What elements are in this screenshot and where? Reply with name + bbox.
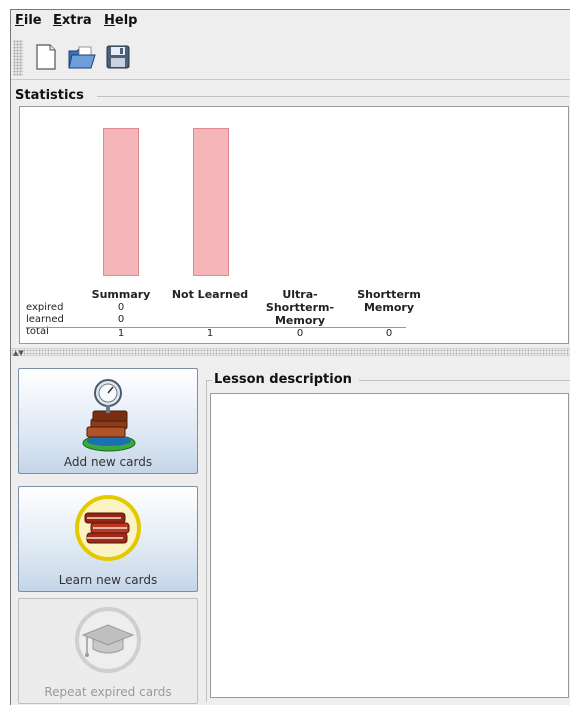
- toolbar: [11, 36, 570, 80]
- column-summary-line1: Summary: [91, 288, 151, 301]
- open-button[interactable]: [65, 40, 99, 74]
- cell-shortterm-total: 0: [385, 328, 393, 339]
- menu-extra[interactable]: Extra: [53, 13, 92, 28]
- column-ultra-line2: Shortterm-: [265, 301, 335, 314]
- lesson-border-left: [206, 380, 207, 702]
- column-shortterm-line1: Shortterm: [357, 288, 421, 301]
- statistics-title: Statistics: [15, 88, 84, 103]
- menu-file[interactable]: File: [15, 13, 42, 28]
- repeat-expired-cards-label: Repeat expired cards: [44, 685, 172, 699]
- menu-bar: File Extra Help: [11, 10, 570, 35]
- bar-not-learned: [193, 128, 229, 276]
- lesson-border-top: [359, 380, 570, 381]
- column-shortterm-line2: Memory: [363, 301, 415, 314]
- column-not-learned: Not Learned: [170, 288, 250, 301]
- toolbar-grip[interactable]: [13, 40, 23, 76]
- add-new-cards-button[interactable]: Add new cards: [18, 368, 198, 474]
- row-label-expired: expired: [26, 302, 64, 313]
- add-new-cards-label: Add new cards: [63, 455, 153, 469]
- statistics-group: Statistics Summary Not Learned Ultra- Sh…: [13, 88, 569, 346]
- learn-new-cards-button[interactable]: Learn new cards: [18, 486, 198, 592]
- statistics-divider: [97, 96, 569, 97]
- repeat-expired-cards-button[interactable]: Repeat expired cards: [18, 598, 198, 704]
- column-summary: Summary: [81, 288, 161, 301]
- column-shortterm: Shortterm Memory: [349, 288, 429, 314]
- cell-summary-expired: 0: [117, 302, 125, 313]
- column-not-learned-line1: Not Learned: [171, 288, 249, 301]
- lesson-description-title: Lesson description: [214, 372, 352, 387]
- save-disk-icon: [106, 45, 130, 69]
- column-ultra-line3: Memory: [274, 314, 326, 327]
- cell-ultra-total: 0: [296, 328, 304, 339]
- learn-books-icon: [75, 495, 141, 561]
- graduation-cap-icon: [75, 607, 141, 673]
- splitter-arrows-icon[interactable]: ▲▼: [13, 350, 24, 357]
- menu-extra-mnemonic: E: [53, 13, 62, 28]
- menu-file-label: ile: [23, 13, 42, 28]
- menu-help[interactable]: Help: [104, 13, 137, 28]
- open-folder-icon: [68, 46, 96, 69]
- new-button[interactable]: [29, 40, 63, 74]
- cell-not-learned-total: 1: [206, 328, 214, 339]
- learn-new-cards-label: Learn new cards: [58, 573, 158, 587]
- save-button[interactable]: [101, 40, 135, 74]
- statistics-panel: Summary Not Learned Ultra- Shortterm- Me…: [19, 106, 569, 344]
- bar-summary: [103, 128, 139, 276]
- lesson-description-textarea[interactable]: [210, 393, 569, 698]
- menu-help-label: elp: [114, 13, 138, 28]
- cell-summary-total: 1: [117, 328, 125, 339]
- column-ultra-shortterm: Ultra- Shortterm- Memory: [260, 288, 340, 327]
- main-window: File Extra Help Statistics Summary Not L…: [10, 9, 570, 705]
- cell-summary-learned: 0: [117, 314, 125, 325]
- new-document-icon: [36, 44, 56, 70]
- row-label-learned: learned: [26, 314, 64, 325]
- column-ultra-line1: Ultra-: [282, 288, 318, 301]
- add-cards-icon: [82, 379, 136, 452]
- menu-extra-label: xtra: [61, 13, 92, 28]
- menu-file-mnemonic: F: [15, 13, 24, 28]
- menu-help-mnemonic: H: [104, 13, 115, 28]
- split-pane-divider[interactable]: [11, 348, 570, 356]
